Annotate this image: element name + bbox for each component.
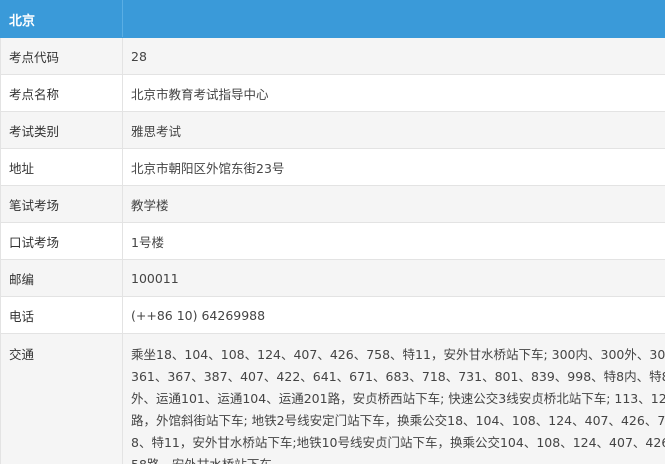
exam-center-info-table: 北京 考点代码 28 考点名称 北京市教育考试指导中心 考试类别 雅思考试 地址… xyxy=(0,0,665,464)
row-value: 28 xyxy=(122,37,665,75)
row-value: 教学楼 xyxy=(122,185,665,223)
row-label: 交通 xyxy=(0,333,123,464)
row-value: 雅思考试 xyxy=(122,111,665,149)
table-row-category: 考试类别 雅思考试 xyxy=(0,111,665,149)
table-row-phone: 电话 (++86 10) 64269988 xyxy=(0,296,665,334)
row-value: 1号楼 xyxy=(122,222,665,260)
table-header-row: 北京 xyxy=(0,0,665,38)
table-row-speaking-venue: 口试考场 1号楼 xyxy=(0,222,665,260)
row-label: 口试考场 xyxy=(0,222,123,260)
table-row-traffic: 交通 乘坐18、104、108、124、407、426、758、特11，安外甘水… xyxy=(0,333,665,464)
page: 北京 考点代码 28 考点名称 北京市教育考试指导中心 考试类别 雅思考试 地址… xyxy=(0,0,665,464)
row-value: 北京市朝阳区外馆东街23号 xyxy=(122,148,665,186)
row-label: 考试类别 xyxy=(0,111,123,149)
row-value: 100011 xyxy=(122,259,665,297)
header-city: 北京 xyxy=(0,0,123,38)
row-value: (++86 10) 64269988 xyxy=(122,296,665,334)
table-row-written-venue: 笔试考场 教学楼 xyxy=(0,185,665,223)
table-row-name: 考点名称 北京市教育考试指导中心 xyxy=(0,74,665,112)
row-label: 考点名称 xyxy=(0,74,123,112)
table-row-postcode: 邮编 100011 xyxy=(0,259,665,297)
row-value: 北京市教育考试指导中心 xyxy=(122,74,665,112)
header-blank xyxy=(122,0,665,38)
traffic-directions: 乘坐18、104、108、124、407、426、758、特11，安外甘水桥站下… xyxy=(122,333,665,464)
table-row-code: 考点代码 28 xyxy=(0,37,665,75)
table-row-address: 地址 北京市朝阳区外馆东街23号 xyxy=(0,148,665,186)
row-label: 地址 xyxy=(0,148,123,186)
row-label: 电话 xyxy=(0,296,123,334)
row-label: 邮编 xyxy=(0,259,123,297)
row-label: 笔试考场 xyxy=(0,185,123,223)
row-label: 考点代码 xyxy=(0,37,123,75)
